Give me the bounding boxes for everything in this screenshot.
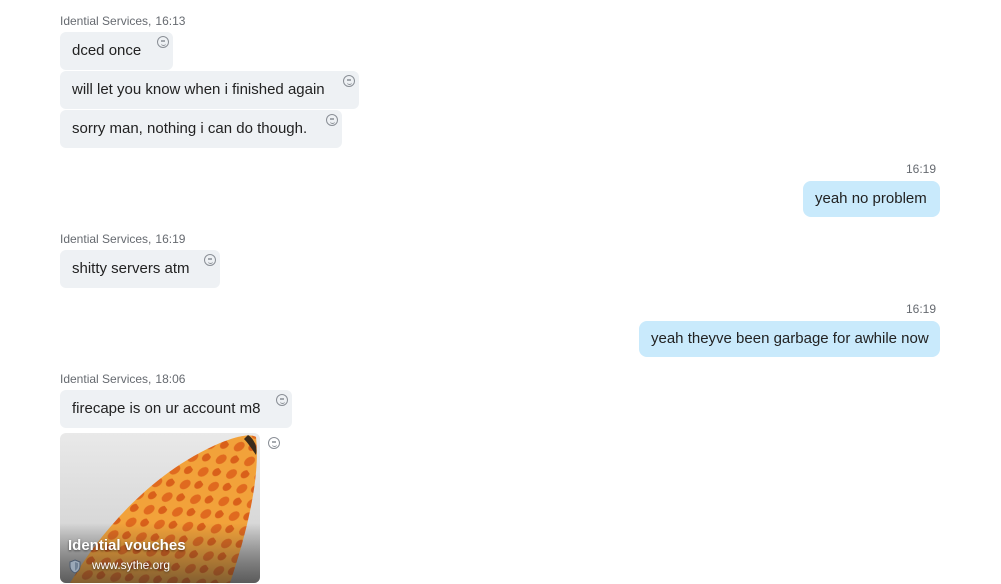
message-text: yeah theyve been garbage for awhile now [651, 330, 929, 347]
incoming-message[interactable]: will let you know when i finished again [60, 71, 359, 109]
sender-name[interactable]: Idential Services, [60, 232, 151, 246]
message-text: yeah no problem [815, 190, 927, 207]
message-meta: Idential Services, 16:19 [60, 232, 185, 246]
message-time: 18:06 [155, 372, 186, 386]
smiley-reaction-icon[interactable] [268, 437, 280, 449]
smiley-reaction-icon[interactable] [343, 75, 355, 87]
message-meta: Idential Services, 16:13 [60, 14, 185, 28]
message-meta: Idential Services, 18:06 [60, 372, 185, 386]
message-text: dced once [72, 42, 142, 59]
smiley-reaction-icon[interactable] [276, 394, 288, 406]
outgoing-message[interactable]: yeah theyve been garbage for awhile now [639, 321, 940, 357]
link-title: Idential vouches [68, 537, 186, 554]
incoming-message[interactable]: dced once [60, 32, 173, 70]
message-time: 16:19 [905, 302, 936, 316]
outgoing-message[interactable]: yeah no problem [803, 181, 940, 217]
incoming-message[interactable]: firecape is on ur account m8 [60, 390, 292, 428]
message-time: 16:13 [155, 14, 186, 28]
link-preview-card[interactable]: Idential vouches www.sythe.org [60, 433, 260, 583]
smiley-reaction-icon[interactable] [204, 254, 216, 266]
sender-name[interactable]: Idential Services, [60, 372, 151, 386]
shield-icon [68, 559, 82, 579]
message-text: shitty servers atm [72, 260, 190, 277]
link-domain: www.sythe.org [92, 558, 171, 572]
sender-name[interactable]: Idential Services, [60, 14, 151, 28]
message-text: firecape is on ur account m8 [72, 400, 261, 417]
smiley-reaction-icon[interactable] [157, 36, 169, 48]
message-time: 16:19 [155, 232, 186, 246]
incoming-message[interactable]: sorry man, nothing i can do though. [60, 110, 342, 148]
incoming-message[interactable]: shitty servers atm [60, 250, 220, 288]
message-text: will let you know when i finished again [72, 81, 325, 98]
message-text: sorry man, nothing i can do though. [72, 120, 308, 137]
message-time: 16:19 [905, 162, 936, 176]
smiley-reaction-icon[interactable] [326, 114, 338, 126]
